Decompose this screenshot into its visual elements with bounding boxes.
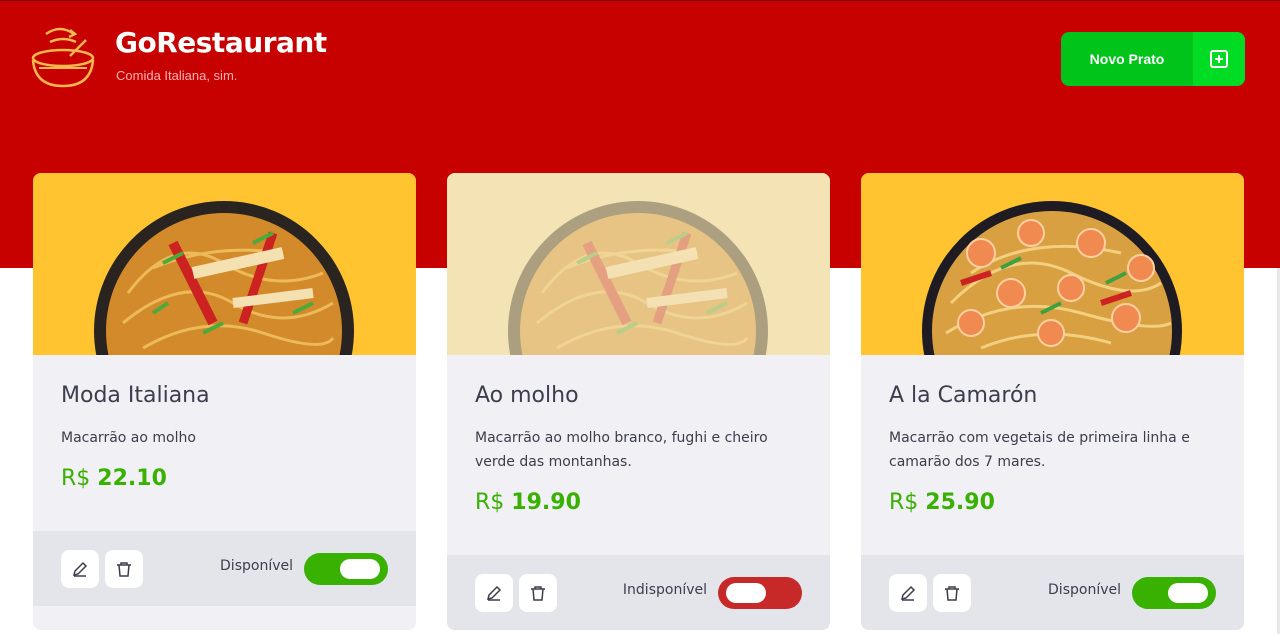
availability-label: Indisponível <box>622 582 707 598</box>
price-value: 19.90 <box>511 490 581 515</box>
trash-icon <box>945 586 959 601</box>
trash-icon <box>117 562 131 577</box>
food-description: Macarrão ao molho <box>61 430 196 446</box>
card-footer: Indisponível <box>447 555 830 630</box>
card-footer: Disponível <box>861 555 1244 630</box>
food-name: Ao molho <box>475 383 579 408</box>
price-value: 22.10 <box>97 466 167 491</box>
card-footer: Disponível <box>33 531 416 606</box>
edit-button[interactable] <box>475 574 513 612</box>
food-description: Macarrão com vegetais de primeira linha … <box>889 430 1190 470</box>
delete-button[interactable] <box>105 550 143 588</box>
trash-icon <box>531 586 545 601</box>
availability-toggle[interactable] <box>718 577 802 609</box>
currency-label: R$ <box>61 466 91 491</box>
currency-label: R$ <box>475 490 505 515</box>
delete-button[interactable] <box>933 574 971 612</box>
availability-toggle[interactable] <box>1132 577 1216 609</box>
food-price: R$ 25.90 <box>889 490 1216 515</box>
food-card: Ao molho Macarrão ao molho branco, fughi… <box>447 173 830 630</box>
food-card: A la Camarón Macarrão com vegetais de pr… <box>861 173 1244 630</box>
toggle-knob <box>726 583 766 603</box>
edit-button[interactable] <box>61 550 99 588</box>
edit-button[interactable] <box>889 574 927 612</box>
toggle-knob <box>340 559 380 579</box>
food-image <box>861 173 1244 355</box>
delete-button[interactable] <box>519 574 557 612</box>
availability-label: Disponível <box>1048 582 1121 598</box>
price-value: 25.90 <box>925 490 995 515</box>
pencil-icon <box>72 561 88 577</box>
bowl-logo-icon <box>31 27 95 88</box>
food-price: R$ 22.10 <box>61 466 388 491</box>
new-dish-button[interactable]: Novo Prato <box>1061 32 1245 86</box>
brand-name: GoRestaurant <box>115 26 327 59</box>
availability-toggle[interactable] <box>304 553 388 585</box>
currency-label: R$ <box>889 490 919 515</box>
food-image <box>447 173 830 355</box>
food-description: Macarrão ao molho branco, fughi e cheiro… <box>475 430 768 470</box>
food-name: Moda Italiana <box>61 383 210 408</box>
plus-square-icon <box>1193 32 1245 86</box>
food-image <box>33 173 416 355</box>
pencil-icon <box>900 585 916 601</box>
availability-label: Disponível <box>220 558 293 574</box>
food-name: A la Camarón <box>889 383 1038 408</box>
toggle-knob <box>1168 583 1208 603</box>
new-dish-button-label: Novo Prato <box>1089 51 1165 67</box>
brand-subtitle: Comida Italiana, sim. <box>116 68 238 83</box>
food-price: R$ 19.90 <box>475 490 802 515</box>
food-card: Moda Italiana Macarrão ao molho R$ 22.10… <box>33 173 416 630</box>
pencil-icon <box>486 585 502 601</box>
